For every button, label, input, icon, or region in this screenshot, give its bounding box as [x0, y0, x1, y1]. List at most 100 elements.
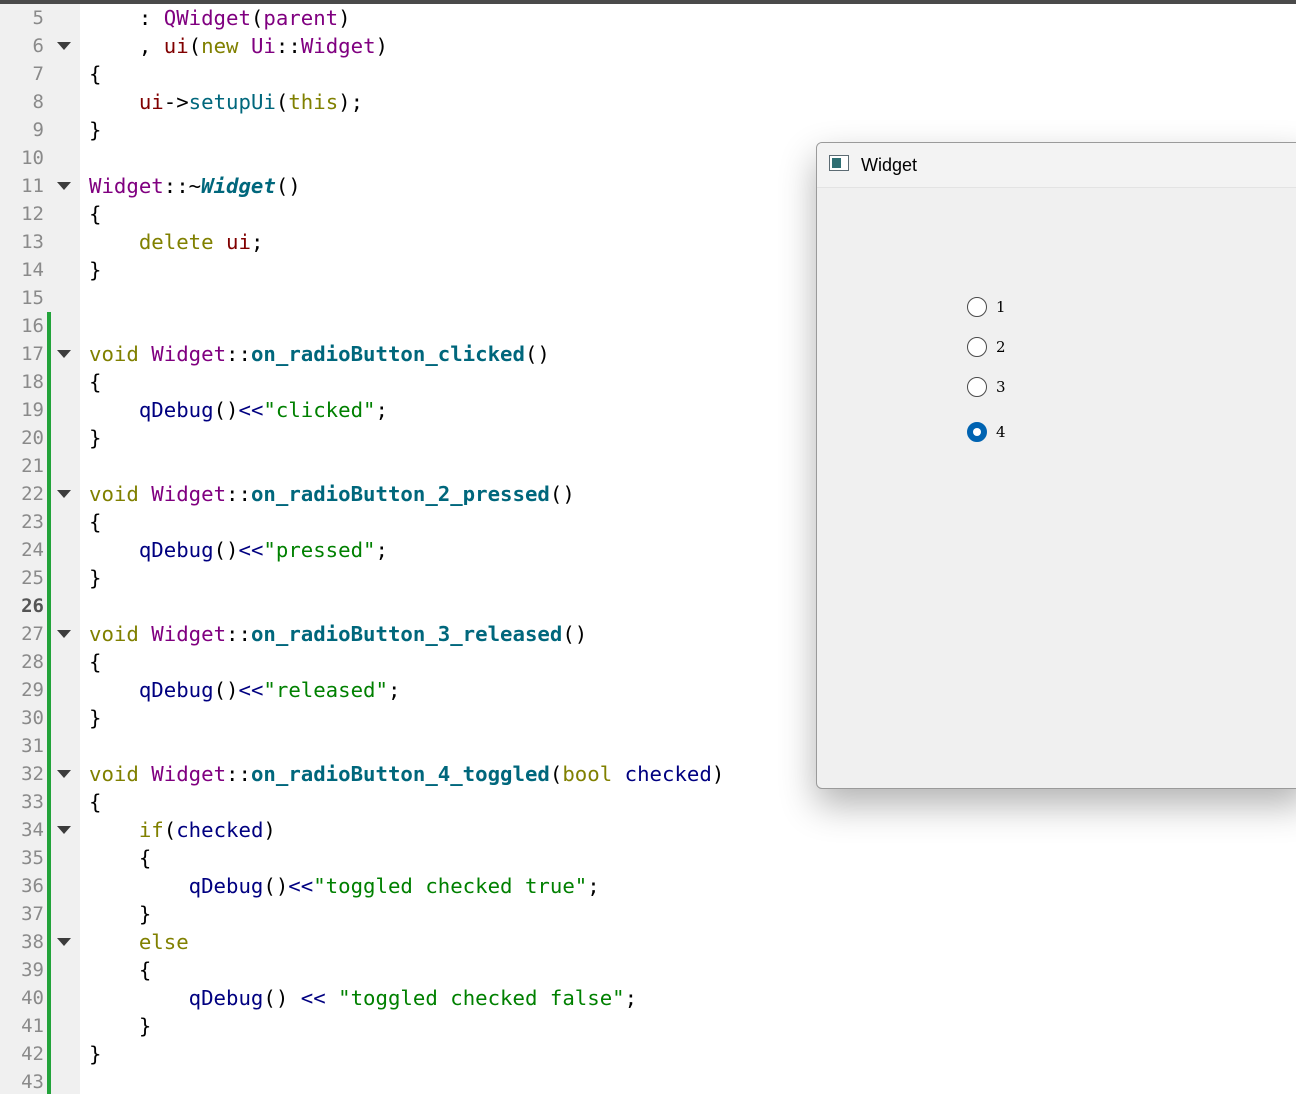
line-number: 27 [21, 623, 44, 645]
line-number: 29 [21, 679, 44, 701]
code-text: } [89, 900, 151, 928]
radio-unchecked-icon[interactable] [967, 377, 987, 397]
radio-unchecked-icon[interactable] [967, 297, 987, 317]
code-text: { [89, 956, 151, 984]
code-line[interactable]: 37 } [0, 900, 1296, 928]
window-app-icon [829, 155, 849, 171]
code-text: } [89, 424, 101, 452]
code-line[interactable]: 43 [0, 1068, 1296, 1096]
window-title-bar[interactable]: Widget [817, 143, 1296, 188]
code-token: ; [250, 230, 264, 254]
code-token: checked [176, 818, 264, 842]
code-token: ) [263, 818, 276, 842]
code-line[interactable]: 39 { [0, 956, 1296, 984]
fold-arrow-icon[interactable] [57, 938, 71, 946]
code-line[interactable]: 34 if(checked) [0, 816, 1296, 844]
radio-button-4[interactable]: 4 [967, 422, 1047, 444]
fold-arrow-icon[interactable] [57, 182, 71, 190]
code-token: << [238, 398, 264, 422]
code-text: { [89, 648, 101, 676]
code-token: Widget [201, 174, 276, 198]
radio-unchecked-icon[interactable] [967, 337, 987, 357]
line-number: 6 [32, 35, 44, 57]
radio-button-2[interactable]: 2 [967, 337, 1047, 359]
code-text: Widget::~Widget() [89, 172, 301, 200]
code-token: { [89, 510, 102, 534]
line-number: 39 [21, 959, 44, 981]
code-line[interactable]: 7{ [0, 60, 1296, 88]
line-number: 33 [21, 791, 44, 813]
fold-arrow-icon[interactable] [57, 826, 71, 834]
code-token: } [89, 258, 102, 282]
code-token: Widget [151, 622, 227, 646]
code-token: qDebug [138, 538, 214, 562]
code-text: qDebug()<<"clicked"; [89, 396, 388, 424]
code-text: { [89, 508, 101, 536]
code-token: } [89, 902, 152, 926]
code-token: ) [338, 6, 351, 30]
code-token: << [300, 986, 326, 1010]
code-token: () [549, 482, 575, 506]
code-token: "toggled checked true" [313, 874, 588, 898]
code-token: () [524, 342, 550, 366]
code-line[interactable]: 6 , ui(new Ui::Widget) [0, 32, 1296, 60]
fold-arrow-icon[interactable] [57, 350, 71, 358]
code-token: ; [624, 986, 638, 1010]
line-number: 22 [21, 483, 44, 505]
code-token: Widget [300, 34, 376, 58]
code-line[interactable]: 9} [0, 116, 1296, 144]
code-line[interactable]: 38 else [0, 928, 1296, 956]
code-token: { [89, 790, 102, 814]
radio-label: 3 [996, 378, 1006, 396]
code-text: { [89, 368, 101, 396]
window-title: Widget [861, 155, 918, 175]
code-text: } [89, 116, 101, 144]
widget-window[interactable]: Widget 1 2 3 4 [816, 142, 1296, 789]
code-token: qDebug [138, 398, 214, 422]
code-token: if [138, 818, 164, 842]
code-token: :: [275, 34, 301, 58]
code-line[interactable]: 35 { [0, 844, 1296, 872]
code-token: on_radioButton_4_toggled [250, 762, 550, 786]
line-number: 12 [21, 203, 44, 225]
code-line[interactable]: 5 : QWidget(parent) [0, 4, 1296, 32]
code-token: :: [226, 622, 251, 646]
code-token: :: [226, 762, 251, 786]
code-text: , ui(new Ui::Widget) [89, 32, 388, 60]
code-token: } [89, 566, 102, 590]
code-token: :: [226, 342, 251, 366]
radio-button-1[interactable]: 1 [967, 297, 1047, 319]
code-line[interactable]: 36 qDebug()<<"toggled checked true"; [0, 872, 1296, 900]
code-line[interactable]: 33 { [0, 788, 1296, 816]
fold-arrow-icon[interactable] [57, 770, 71, 778]
code-token: () [562, 622, 588, 646]
code-line[interactable]: 8 ui->setupUi(this); [0, 88, 1296, 116]
code-text: void Widget::on_radioButton_4_toggled(bo… [89, 760, 724, 788]
code-text: } [89, 1040, 101, 1068]
code-token: else [138, 930, 189, 954]
code-token: -> [163, 90, 189, 114]
code-token: () [275, 174, 301, 198]
code-line[interactable]: 40 qDebug() << "toggled checked false"; [0, 984, 1296, 1012]
code-line[interactable]: 41 } [0, 1012, 1296, 1040]
fold-arrow-icon[interactable] [57, 490, 71, 498]
fold-arrow-icon[interactable] [57, 630, 71, 638]
line-number: 23 [21, 511, 44, 533]
code-token: void [89, 342, 139, 366]
modified-lines-marker [47, 312, 51, 1094]
radio-checked-icon[interactable] [967, 422, 987, 442]
code-line[interactable]: 42} [0, 1040, 1296, 1068]
radio-button-3[interactable]: 3 [967, 377, 1047, 399]
code-token: ui [138, 90, 164, 114]
code-token: () [263, 874, 289, 898]
code-token: ; [375, 538, 388, 562]
fold-arrow-icon[interactable] [57, 42, 71, 50]
code-token: Widget [151, 342, 227, 366]
